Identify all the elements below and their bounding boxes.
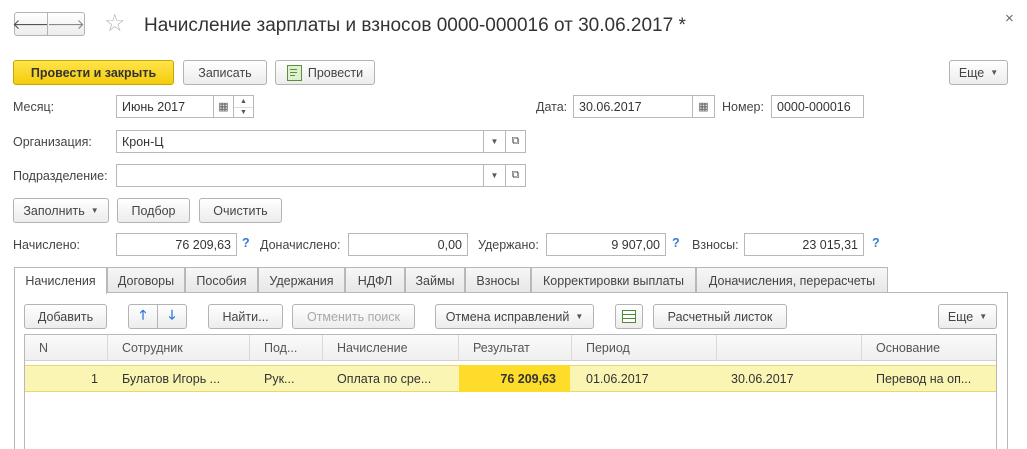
chevron-down-icon: ▼: [979, 312, 988, 321]
arrow-left-icon: 🡐: [12, 15, 50, 32]
arrow-right-icon: 🡒: [47, 15, 85, 32]
tab-ndfl[interactable]: НДФЛ: [345, 267, 405, 293]
column-header-period[interactable]: Период: [572, 335, 717, 361]
withheld-help-icon[interactable]: ?: [672, 236, 680, 250]
column-header-accrual[interactable]: Начисление: [323, 335, 459, 361]
column-header-period-end[interactable]: [717, 335, 862, 361]
month-stepper[interactable]: ▲ ▼: [234, 95, 254, 118]
accrued-label: Начислено:: [13, 238, 81, 252]
more-button-label: Еще: [958, 65, 985, 80]
tab-benefits[interactable]: Пособия: [185, 267, 258, 293]
date-field[interactable]: 30.06.2017: [573, 95, 693, 118]
cancel-corrections-button[interactable]: Отмена исправлений ▼: [435, 304, 594, 329]
cell-period-end: 30.06.2017: [731, 371, 794, 386]
add-row-button[interactable]: Добавить: [24, 304, 107, 329]
close-icon[interactable]: ×: [1005, 10, 1014, 27]
table-more-label: Еще: [947, 309, 974, 324]
cell-n: 1: [91, 371, 98, 386]
chevron-down-icon: ▼: [90, 206, 99, 215]
move-up-button[interactable]: 🡑: [128, 304, 158, 329]
column-header-employee[interactable]: Сотрудник: [108, 335, 250, 361]
table-settings-button[interactable]: [615, 304, 643, 329]
tab-payment-corrections[interactable]: Корректировки выплаты: [531, 267, 696, 293]
tab-accruals[interactable]: Начисления: [14, 267, 107, 294]
fill-button-label: Заполнить: [23, 203, 85, 218]
department-field[interactable]: [116, 164, 484, 187]
withheld-field: 9 907,00: [546, 233, 666, 256]
cell-period-start: 01.06.2017: [586, 371, 649, 386]
cell-basis: Перевод на оп...: [876, 371, 972, 386]
arrow-up-icon: 🡑: [139, 306, 147, 322]
tab-contracts[interactable]: Договоры: [107, 267, 185, 293]
arrow-down-icon: 🡓: [168, 306, 176, 322]
organization-label: Организация:: [13, 135, 92, 149]
contributions-help-icon[interactable]: ?: [872, 236, 880, 250]
post-button-label: Провести: [307, 65, 364, 80]
organization-field[interactable]: Крон-Ц: [116, 130, 484, 153]
post-button[interactable]: Провести: [275, 60, 375, 85]
payslip-button[interactable]: Расчетный листок: [653, 304, 787, 329]
contributions-label: Взносы:: [692, 238, 739, 252]
tab-deductions[interactable]: Удержания: [258, 267, 345, 293]
cancel-corrections-label: Отмена исправлений: [445, 309, 570, 324]
move-down-button[interactable]: 🡓: [157, 304, 187, 329]
extra-accrued-field: 0,00: [348, 233, 468, 256]
column-header-department[interactable]: Под...: [250, 335, 323, 361]
tab-contributions[interactable]: Взносы: [465, 267, 531, 293]
department-label: Подразделение:: [13, 169, 108, 183]
number-label: Номер:: [722, 100, 764, 114]
cell-result[interactable]: 76 209,63: [459, 365, 570, 392]
chevron-down-icon: ▼: [990, 68, 999, 77]
month-field[interactable]: Июнь 2017: [116, 95, 214, 118]
department-dropdown-icon[interactable]: ▼: [484, 164, 506, 187]
cell-employee: Булатов Игорь ...: [122, 371, 221, 386]
column-header-basis[interactable]: Основание: [862, 335, 996, 361]
fill-button[interactable]: Заполнить ▼: [13, 198, 109, 223]
contributions-field: 23 015,31: [744, 233, 864, 256]
stepper-up-icon[interactable]: ▲: [234, 96, 253, 108]
table-grid-icon: [622, 310, 636, 323]
column-header-result[interactable]: Результат: [459, 335, 572, 361]
number-field[interactable]: 0000-000016: [771, 95, 864, 118]
column-header-n[interactable]: N: [25, 335, 108, 361]
date-label: Дата:: [536, 100, 568, 114]
withheld-label: Удержано:: [478, 238, 539, 252]
find-button[interactable]: Найти...: [208, 304, 283, 329]
favorite-star-icon[interactable]: ☆: [104, 10, 126, 38]
post-document-icon: [286, 64, 302, 81]
department-open-icon[interactable]: ⧉: [506, 164, 526, 187]
tab-recalculations[interactable]: Доначисления, перерасчеты: [696, 267, 888, 293]
organization-dropdown-icon[interactable]: ▼: [484, 130, 506, 153]
cancel-search-button[interactable]: Отменить поиск: [292, 304, 415, 329]
save-button[interactable]: Записать: [183, 60, 267, 85]
table-more-button[interactable]: Еще ▼: [938, 304, 997, 329]
extra-accrued-label: Доначислено:: [260, 238, 341, 252]
page-title: Начисление зарплаты и взносов 0000-00001…: [144, 15, 686, 36]
clear-button[interactable]: Очистить: [199, 198, 282, 223]
post-and-close-button[interactable]: Провести и закрыть: [13, 60, 174, 85]
pick-button[interactable]: Подбор: [117, 198, 190, 223]
back-button[interactable]: 🡐: [12, 12, 50, 36]
accrued-field: 76 209,63: [116, 233, 237, 256]
forward-button[interactable]: 🡒: [47, 12, 85, 36]
stepper-down-icon[interactable]: ▼: [234, 108, 253, 118]
cell-department: Рук...: [264, 371, 295, 386]
cell-accrual: Оплата по сре...: [337, 371, 432, 386]
accrued-help-icon[interactable]: ?: [242, 236, 250, 250]
organization-open-icon[interactable]: ⧉: [506, 130, 526, 153]
calendar-icon[interactable]: ▦: [214, 95, 234, 118]
chevron-down-icon: ▼: [575, 312, 584, 321]
month-label: Месяц:: [13, 100, 55, 114]
date-calendar-icon[interactable]: ▦: [693, 95, 715, 118]
more-button[interactable]: Еще ▼: [949, 60, 1008, 85]
tab-loans[interactable]: Займы: [405, 267, 465, 293]
